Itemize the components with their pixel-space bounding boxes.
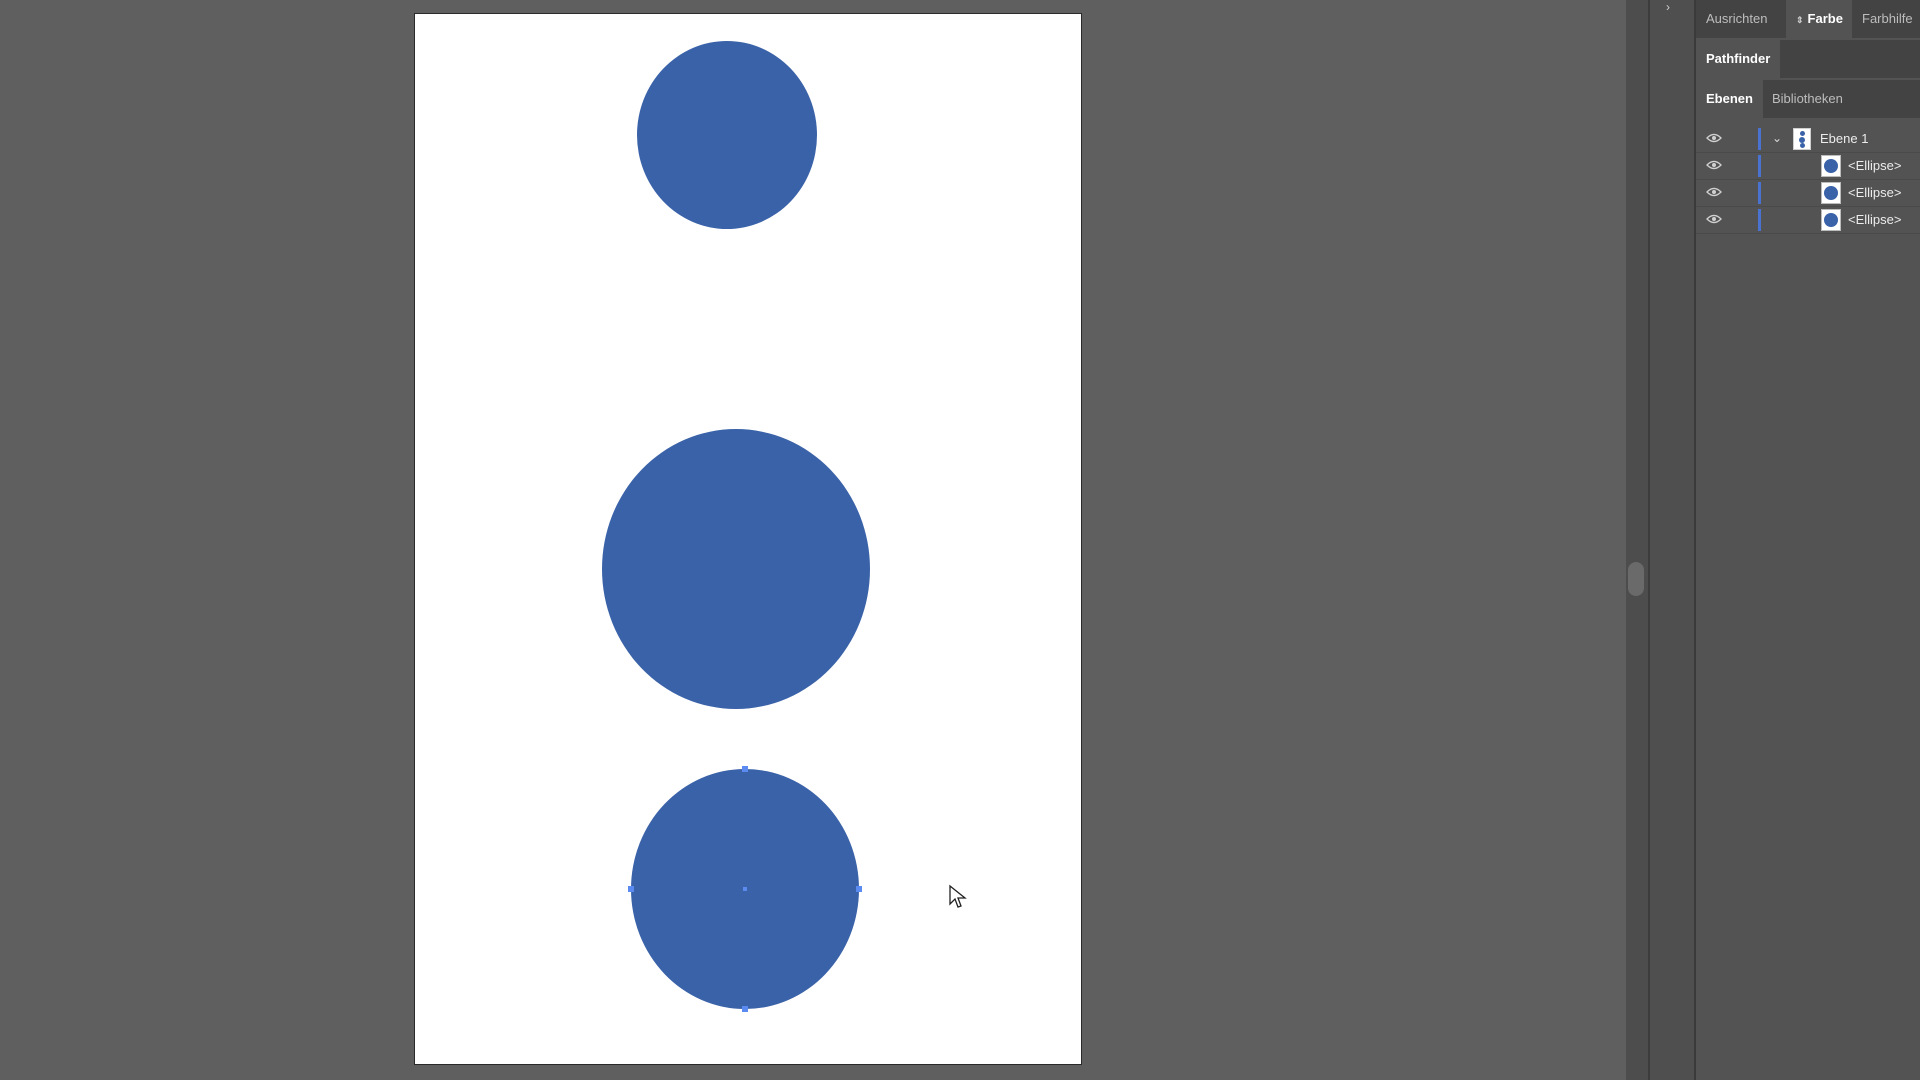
- layer-thumbnail-dot: [1800, 131, 1805, 136]
- ellipse-thumbnail-dot: [1824, 213, 1838, 227]
- layer-color-bar: [1758, 182, 1761, 204]
- sublayer-row-ellipse-2[interactable]: <Ellipse>: [1696, 179, 1920, 206]
- sublayer-row-ellipse-3[interactable]: <Ellipse>: [1696, 206, 1920, 233]
- sublayer-name[interactable]: <Ellipse>: [1848, 158, 1901, 173]
- ellipse-thumbnail: [1821, 209, 1841, 231]
- layers-tabbar: Ebenen Bibliotheken: [1696, 80, 1920, 118]
- tab-farbe[interactable]: ⇕ Farbe: [1786, 0, 1852, 38]
- cursor-arrow-icon: [949, 884, 967, 908]
- sublayer-name[interactable]: <Ellipse>: [1848, 185, 1901, 200]
- row-divider: [1696, 233, 1920, 234]
- handle-center: [743, 887, 747, 891]
- ellipse-thumbnail-dot: [1824, 186, 1838, 200]
- layer-thumbnail-dot: [1800, 143, 1805, 148]
- tab-pathfinder-label: Pathfinder: [1706, 51, 1771, 66]
- artboard[interactable]: [414, 13, 1082, 1065]
- visibility-eye-icon[interactable]: [1706, 133, 1722, 143]
- tab-farbhilfe[interactable]: Farbhilfe: [1852, 0, 1920, 38]
- layer-color-bar: [1758, 209, 1761, 231]
- visibility-eye-icon[interactable]: [1706, 160, 1722, 170]
- collapsed-dock[interactable]: ›: [1650, 0, 1694, 1080]
- ellipse-thumbnail-dot: [1824, 159, 1838, 173]
- tab-bibliotheken[interactable]: Bibliotheken: [1762, 80, 1853, 118]
- tab-ebenen[interactable]: Ebenen: [1696, 80, 1763, 118]
- pathfinder-tabbar: Pathfinder: [1696, 40, 1920, 78]
- handle-top[interactable]: [742, 766, 748, 772]
- color-tabbar: Ausrichten ⇕ Farbe Farbhilfe: [1696, 0, 1920, 38]
- ellipse-middle[interactable]: [602, 429, 870, 709]
- layer-name[interactable]: Ebene 1: [1820, 131, 1868, 146]
- chevron-down-icon[interactable]: ⌄: [1772, 131, 1782, 145]
- artboard-drawing: [602, 41, 870, 1012]
- sublayer-row-ellipse-1[interactable]: <Ellipse>: [1696, 152, 1920, 179]
- up-down-arrows-icon: ⇕: [1796, 15, 1804, 25]
- layer-color-bar: [1758, 155, 1761, 177]
- tab-ebenen-label: Ebenen: [1706, 91, 1753, 106]
- collapse-arrow-icon[interactable]: ›: [1666, 0, 1670, 14]
- canvas-workspace[interactable]: [0, 0, 1626, 1080]
- visibility-eye-icon[interactable]: [1706, 187, 1722, 197]
- layer-row-ebene-1[interactable]: ⌄ Ebene 1: [1696, 125, 1920, 152]
- ellipse-thumbnail: [1821, 182, 1841, 204]
- handle-right[interactable]: [856, 886, 862, 892]
- layer-color-bar: [1758, 128, 1761, 150]
- tab-pathfinder[interactable]: Pathfinder: [1696, 40, 1781, 78]
- tab-ausrichten[interactable]: Ausrichten: [1696, 0, 1777, 38]
- tab-farbe-label: Farbe: [1807, 11, 1843, 26]
- tab-farbhilfe-label: Farbhilfe: [1862, 11, 1913, 26]
- right-panel: Ausrichten ⇕ Farbe Farbhilfe Pathfinder E…: [1696, 0, 1920, 1080]
- handle-bottom[interactable]: [742, 1006, 748, 1012]
- layer-thumbnail: [1793, 128, 1811, 150]
- tab-ausrichten-label: Ausrichten: [1706, 11, 1768, 26]
- visibility-eye-icon[interactable]: [1706, 214, 1722, 224]
- ellipse-top[interactable]: [637, 41, 817, 229]
- canvas-scrollbar-track[interactable]: [1626, 0, 1648, 1080]
- ellipse-thumbnail: [1821, 155, 1841, 177]
- tab-bibliotheken-label: Bibliotheken: [1772, 91, 1843, 106]
- sublayer-name[interactable]: <Ellipse>: [1848, 212, 1901, 227]
- canvas-scrollbar-thumb[interactable]: [1628, 562, 1644, 596]
- handle-left[interactable]: [628, 886, 634, 892]
